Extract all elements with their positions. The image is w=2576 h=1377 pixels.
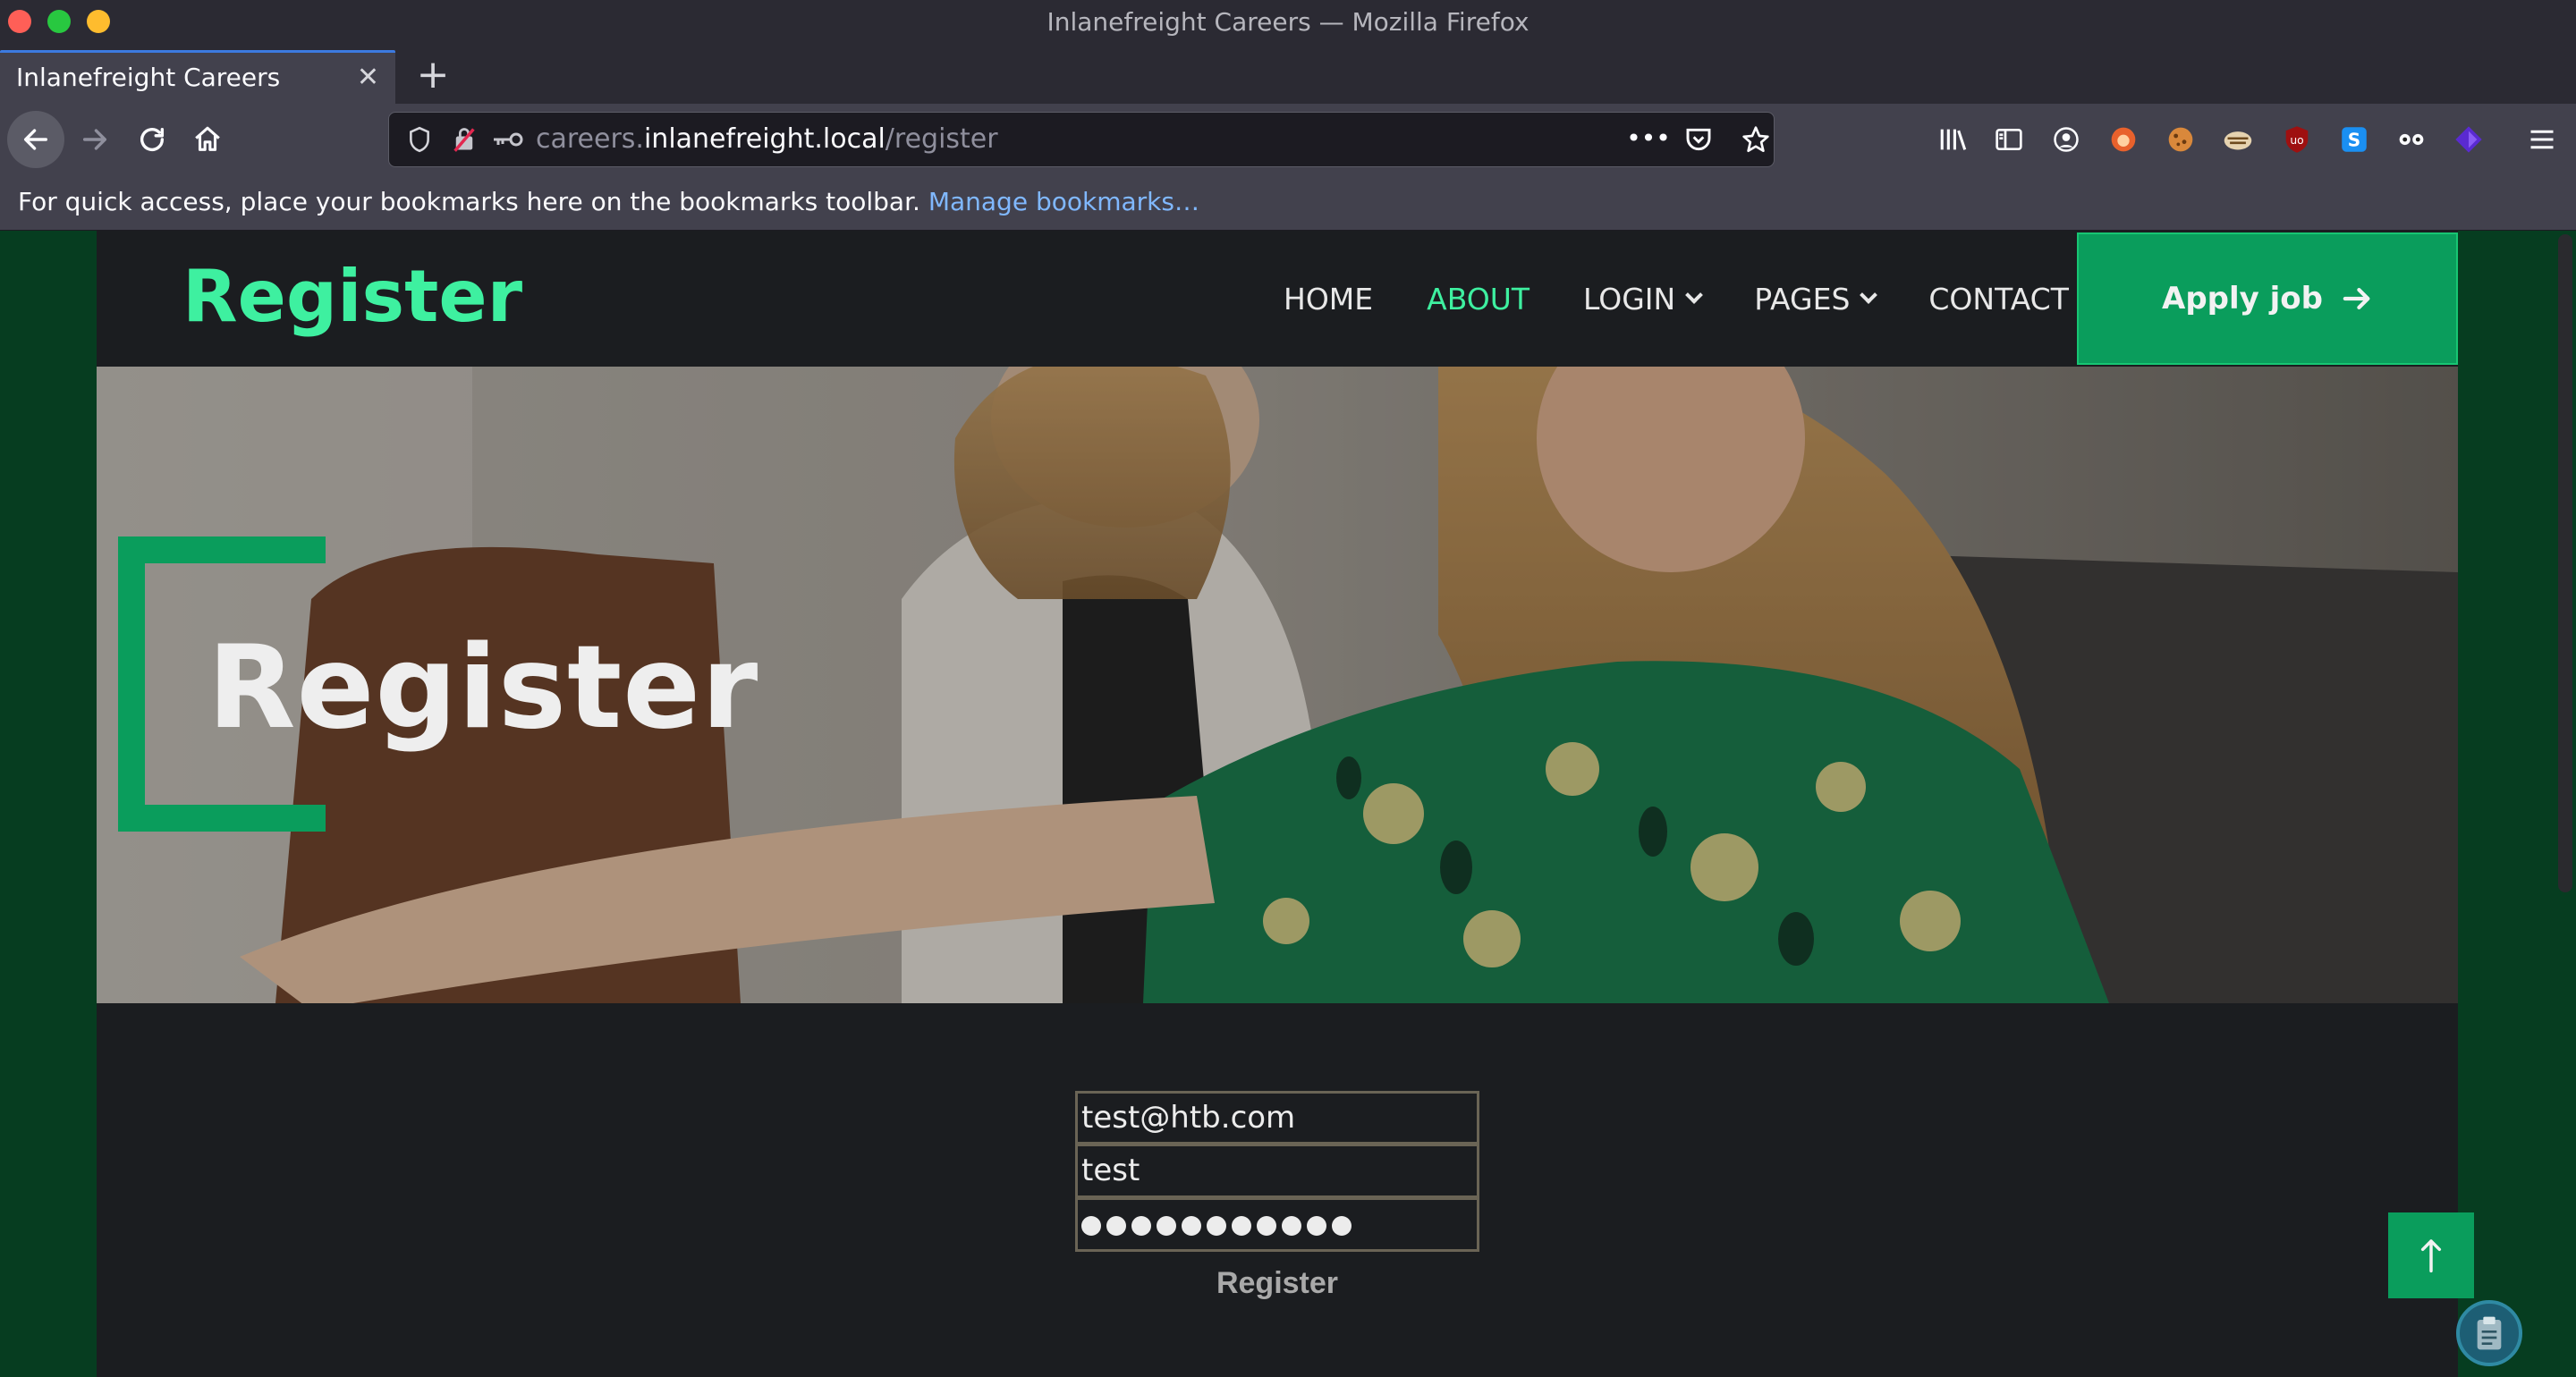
clipboard-icon	[2477, 1316, 2502, 1350]
password-mask-dot	[1307, 1215, 1326, 1236]
chevron-down-icon	[1860, 286, 1878, 304]
tab-close-icon[interactable]: ✕	[357, 53, 379, 102]
svg-text:S: S	[2348, 130, 2360, 151]
svg-text:uo: uo	[2290, 134, 2303, 147]
password-mask-dot	[1131, 1215, 1151, 1236]
reload-icon	[140, 127, 165, 151]
main-nav: HOME ABOUT LOGIN PAGES CONTACT	[1284, 231, 2069, 367]
nav-pages[interactable]: PAGES	[1754, 281, 1878, 317]
password-mask-dot	[1182, 1215, 1201, 1236]
password-mask-dot	[1081, 1215, 1101, 1236]
hamburger-menu-icon[interactable]	[2522, 120, 2562, 159]
email-field[interactable]: test@htb.com	[1075, 1091, 1479, 1145]
tab-strip: Inlanefreight Careers ✕ +	[0, 45, 2576, 104]
nav-login[interactable]: LOGIN	[1583, 281, 1704, 317]
bookmarks-toolbar: For quick access, place your bookmarks h…	[0, 175, 2576, 231]
bookmarks-hint: For quick access, place your bookmarks h…	[18, 175, 1199, 229]
hero-banner: Register	[97, 367, 2458, 1003]
sidebar-icon[interactable]	[1989, 120, 2029, 159]
arrow-right-icon	[2343, 287, 2370, 310]
library-icon[interactable]	[1934, 120, 1973, 159]
home-icon	[195, 126, 220, 151]
foxyproxy-extension-icon[interactable]	[2104, 120, 2143, 159]
nav-home[interactable]: HOME	[1284, 282, 1373, 317]
password-mask-dot	[1332, 1215, 1352, 1236]
clipboard-widget-button[interactable]	[2456, 1300, 2522, 1366]
password-mask-dot	[1232, 1215, 1251, 1236]
back-to-top-button[interactable]	[2388, 1212, 2474, 1298]
password-mask-dot	[1106, 1215, 1126, 1236]
back-button[interactable]	[7, 111, 64, 168]
window-title: Inlanefreight Careers — Mozilla Firefox	[1046, 7, 1530, 37]
url-bar[interactable]: careers.inlanefreight.local/register •••	[388, 112, 1775, 167]
shield-icon[interactable]	[405, 125, 434, 154]
reload-button[interactable]	[123, 111, 181, 168]
password-mask-dot	[1257, 1215, 1276, 1236]
arrow-up-icon	[2420, 1239, 2442, 1273]
site-header: Register HOME ABOUT LOGIN PAGES CONTACT …	[97, 231, 2458, 367]
register-submit-button[interactable]: Register	[1075, 1261, 1479, 1305]
window-titlebar: Inlanefreight Careers — Mozilla Firefox	[0, 0, 2576, 45]
password-field[interactable]	[1075, 1198, 1479, 1252]
bookmark-star-icon[interactable]	[1738, 125, 1774, 154]
forward-button[interactable]	[66, 111, 123, 168]
chevron-down-icon	[1685, 286, 1704, 304]
tab-title: Inlanefreight Careers	[16, 63, 281, 92]
pocket-icon[interactable]	[1681, 125, 1716, 154]
url-text: careers.inlanefreight.local/register	[536, 113, 998, 166]
nav-home-label: HOME	[1284, 281, 1374, 317]
wappalyzer-icon[interactable]	[2392, 120, 2431, 159]
password-mask-dot	[1282, 1215, 1301, 1236]
page-viewport: Register HOME ABOUT LOGIN PAGES CONTACT …	[0, 231, 2576, 1377]
url-subdomain: careers.	[536, 123, 644, 155]
nav-about-label: ABOUT	[1427, 281, 1530, 317]
nav-login-label: LOGIN	[1583, 281, 1676, 317]
url-domain: inlanefreight.local	[643, 123, 886, 155]
manage-bookmarks-link[interactable]: Manage bookmarks…	[928, 187, 1199, 216]
extension-icon[interactable]	[2218, 120, 2258, 159]
nav-contact[interactable]: CONTACT	[1928, 282, 2069, 317]
nav-contact-label: CONTACT	[1928, 281, 2069, 317]
page-scrollbar[interactable]	[2555, 231, 2576, 1377]
s-extension-icon[interactable]: S	[2334, 120, 2374, 159]
password-mask-dot	[1207, 1215, 1226, 1236]
purple-extension-icon[interactable]	[2449, 120, 2488, 159]
password-mask-dot	[1157, 1215, 1176, 1236]
insecure-lock-icon[interactable]	[450, 125, 479, 154]
tab-active[interactable]: Inlanefreight Careers ✕	[0, 50, 395, 104]
site-logo[interactable]: Register	[182, 252, 522, 342]
ublock-icon[interactable]: uo	[2277, 120, 2317, 159]
nav-about[interactable]: ABOUT	[1427, 282, 1530, 317]
key-icon[interactable]	[489, 125, 525, 154]
register-form: test@htb.com test Register	[1075, 1091, 1479, 1305]
account-icon[interactable]	[2046, 120, 2086, 159]
back-arrow-icon	[23, 129, 48, 150]
hero-title: Register	[208, 621, 759, 755]
bookmarks-hint-text: For quick access, place your bookmarks h…	[18, 187, 928, 216]
page-actions-icon[interactable]: •••	[1626, 123, 1671, 153]
apply-job-button[interactable]: Apply job	[2077, 232, 2458, 365]
forward-arrow-icon	[82, 129, 107, 150]
navigation-toolbar: careers.inlanefreight.local/register •••…	[0, 104, 2576, 175]
nav-pages-label: PAGES	[1754, 281, 1851, 317]
apply-job-label: Apply job	[2162, 281, 2323, 317]
username-field[interactable]: test	[1075, 1145, 1479, 1198]
url-path: /register	[885, 123, 998, 155]
site-container: Register HOME ABOUT LOGIN PAGES CONTACT …	[97, 231, 2458, 1377]
new-tab-button[interactable]: +	[411, 48, 454, 102]
cookie-extension-icon[interactable]	[2161, 120, 2200, 159]
scrollbar-thumb[interactable]	[2558, 234, 2572, 892]
home-button[interactable]	[179, 111, 236, 168]
